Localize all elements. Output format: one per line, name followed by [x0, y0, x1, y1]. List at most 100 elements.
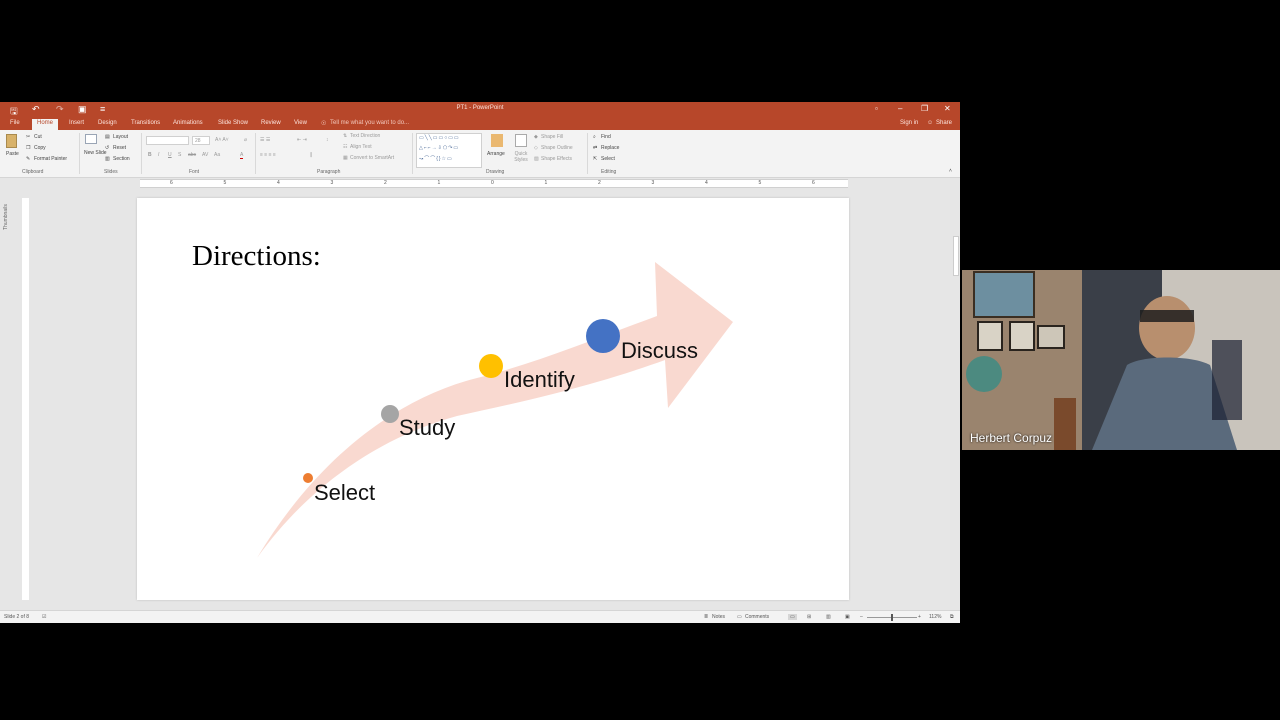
arrange-button[interactable]: Arrange [487, 151, 505, 157]
copy-button[interactable]: Copy [34, 145, 46, 151]
text-direction-button[interactable]: Text Direction [350, 133, 380, 139]
ribbon-tabs: File Home Insert Design Transitions Anim… [0, 118, 960, 130]
line-spacing-icon[interactable]: ↕ [326, 137, 329, 143]
format-painter-button[interactable]: Format Painter [34, 156, 67, 162]
tell-me-box[interactable]: Tell me what you want to do... [330, 120, 409, 126]
collapse-ribbon-icon[interactable]: ˄ [949, 168, 952, 174]
clear-format-icon[interactable]: ⌀ [244, 137, 247, 143]
comments-icon[interactable]: ▭ [737, 614, 742, 620]
find-icon[interactable]: ⌕ [593, 134, 596, 140]
replace-button[interactable]: Replace [601, 145, 619, 151]
paste-button[interactable]: Paste [6, 151, 19, 157]
underline-icon[interactable]: U [168, 152, 172, 158]
tab-file[interactable]: File [10, 120, 20, 126]
ribbon-display-icon[interactable]: ▫ [875, 104, 878, 113]
shapes-row-2[interactable]: △⌐⌐→⇩⬠↷▭ [419, 145, 459, 151]
reset-button[interactable]: Reset [113, 145, 126, 151]
italic-icon[interactable]: I [158, 152, 159, 158]
cut-icon[interactable]: ✂ [26, 134, 30, 140]
text-direction-icon[interactable]: ⇅ [343, 133, 347, 139]
slideshow-view-icon[interactable]: ▣ [845, 614, 850, 620]
grow-font-icon[interactable]: A˄ A˅ [215, 137, 229, 143]
font-name-box[interactable] [146, 136, 189, 145]
bold-icon[interactable]: B [148, 152, 152, 158]
fit-slide-icon[interactable]: ⧉ [950, 614, 954, 620]
shapes-row-3[interactable]: ↝⌒⌒{}☆▭ [419, 155, 453, 162]
section-button[interactable]: Section [113, 156, 130, 162]
layout-icon[interactable]: ▤ [105, 134, 110, 140]
zoom-in-icon[interactable]: + [918, 614, 921, 620]
select-icon[interactable]: ⇱ [593, 156, 597, 162]
layout-button[interactable]: Layout [113, 134, 128, 140]
zoom-out-icon[interactable]: – [860, 614, 863, 620]
shapes-gallery[interactable]: ▭╲╲▭▭○▭▭ △⌐⌐→⇩⬠↷▭ ↝⌒⌒{}☆▭ [416, 133, 482, 168]
align-text-icon[interactable]: ☷ [343, 144, 347, 150]
new-slide-icon[interactable] [85, 134, 97, 144]
shape-fill-button[interactable]: Shape Fill [541, 134, 563, 140]
spellcheck-icon[interactable]: ☑ [42, 614, 46, 620]
replace-icon[interactable]: ⇄ [593, 145, 597, 151]
paste-icon[interactable] [6, 134, 17, 148]
normal-view-icon[interactable]: ▭ [788, 614, 797, 620]
group-label-editing: Editing [601, 169, 617, 175]
slide-canvas[interactable]: Directions: Select Study Identify Discus… [137, 198, 849, 600]
close-icon[interactable]: ✕ [944, 104, 951, 113]
find-button[interactable]: Find [601, 134, 611, 140]
indent-icon[interactable]: ⇤ ⇥ [297, 137, 307, 143]
tab-animations[interactable]: Animations [173, 120, 203, 126]
new-slide-button[interactable]: New Slide [84, 150, 107, 156]
shapes-row-1[interactable]: ▭╲╲▭▭○▭▭ [419, 135, 460, 141]
thumbnails-label[interactable]: Thumbnails [3, 204, 9, 230]
shape-effects-button[interactable]: Shape Effects [541, 156, 572, 162]
font-color-icon[interactable]: A [240, 152, 244, 159]
shape-outline-icon[interactable]: ◇ [534, 145, 538, 151]
smartart-icon[interactable]: ▦ [343, 155, 348, 161]
tab-slide-show[interactable]: Slide Show [218, 120, 248, 126]
scrollbar-thumb[interactable] [953, 236, 959, 276]
tab-design[interactable]: Design [98, 120, 117, 126]
change-case-icon[interactable]: Aa [214, 152, 220, 158]
quick-styles-icon[interactable] [515, 134, 527, 147]
shape-outline-button[interactable]: Shape Outline [541, 145, 573, 151]
copy-icon[interactable]: ❐ [26, 145, 30, 151]
format-painter-icon[interactable]: ✎ [26, 156, 30, 162]
comments-button[interactable]: Comments [745, 614, 769, 620]
zoom-level[interactable]: 112% [929, 614, 941, 620]
tab-home[interactable]: Home [32, 119, 59, 130]
sign-in-link[interactable]: Sign in [900, 120, 918, 126]
shadow-icon[interactable]: S [178, 152, 181, 158]
zoom-slider-thumb[interactable] [891, 614, 893, 621]
cut-button[interactable]: Cut [34, 134, 42, 140]
font-size-box[interactable]: 28 [192, 136, 210, 145]
restore-icon[interactable]: ❐ [921, 104, 928, 113]
quick-styles-button[interactable]: Quick Styles [511, 151, 531, 163]
notes-button[interactable]: Notes [712, 614, 725, 620]
share-icon[interactable]: ☺ [927, 120, 933, 126]
align-text-button[interactable]: Align Text [350, 144, 372, 150]
minimize-icon[interactable]: – [898, 104, 902, 113]
reset-icon[interactable]: ↺ [105, 145, 109, 151]
bullets-icon[interactable]: ☰ ☰ [260, 137, 270, 143]
reading-view-icon[interactable]: ▥ [826, 614, 831, 620]
char-spacing-icon[interactable]: AV [202, 152, 208, 158]
shape-effects-icon[interactable]: ▧ [534, 156, 539, 162]
tab-transitions[interactable]: Transitions [131, 120, 160, 126]
tab-insert[interactable]: Insert [69, 120, 84, 126]
columns-icon[interactable]: ∥ [310, 152, 313, 158]
shape-fill-icon[interactable]: ◆ [534, 134, 538, 140]
section-icon[interactable]: ▥ [105, 156, 110, 162]
ruler-tick-label: 2 [598, 180, 601, 186]
step-dot-select [303, 473, 313, 483]
arrange-icon[interactable] [491, 134, 503, 147]
vertical-scrollbar[interactable] [952, 186, 960, 610]
strikethrough-icon[interactable]: abc [188, 152, 196, 158]
slide-sorter-icon[interactable]: ⊞ [807, 614, 811, 620]
align-icons[interactable]: ≡ ≡ ≡ ≡ [260, 152, 276, 158]
notes-icon[interactable]: ≣ [704, 614, 708, 620]
slide-counter: Slide 2 of 8 [4, 614, 30, 620]
select-button[interactable]: Select [601, 156, 615, 162]
tab-view[interactable]: View [294, 120, 307, 126]
tab-review[interactable]: Review [261, 120, 281, 126]
convert-smartart-button[interactable]: Convert to SmartArt [350, 155, 394, 161]
share-button[interactable]: Share [936, 120, 952, 126]
